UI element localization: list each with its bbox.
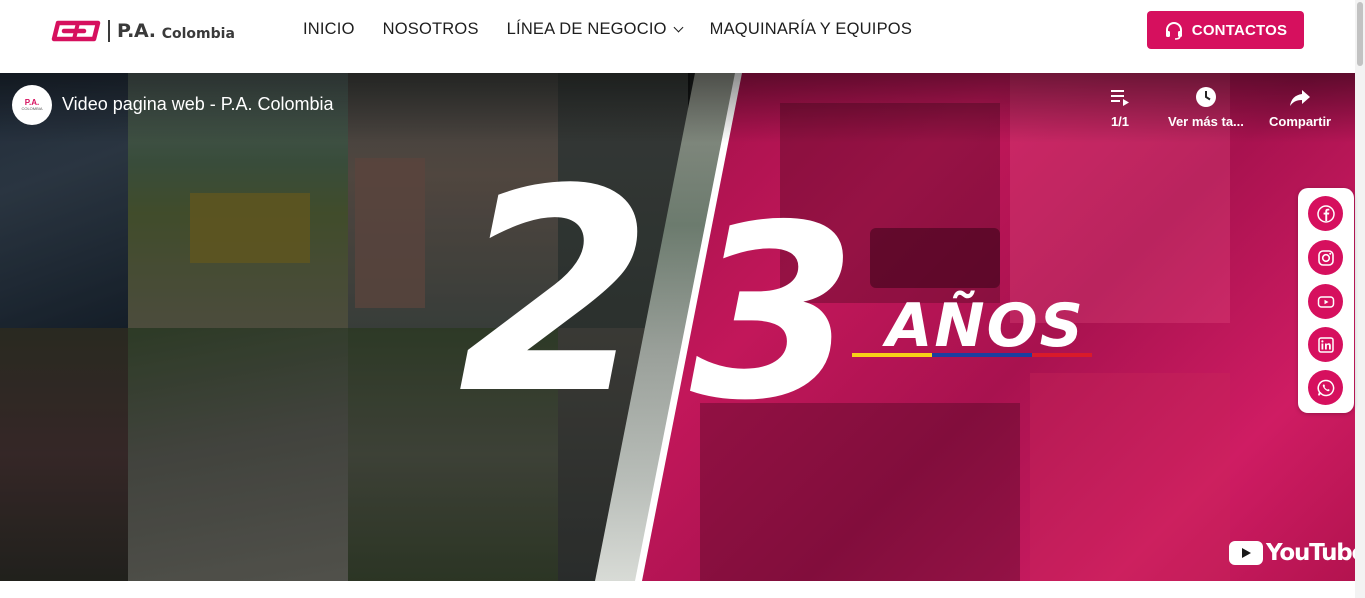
video-frame-tile	[870, 228, 1000, 288]
social-sidebar	[1298, 188, 1354, 413]
share-icon	[1290, 90, 1311, 106]
youtube-wordmark: YouTube	[1266, 540, 1355, 566]
nav-item-linea-de-negocio[interactable]: LÍNEA DE NEGOCIO	[506, 20, 684, 39]
nav-item-label: MAQUINARÍA Y EQUIPOS	[709, 20, 913, 38]
playlist-button[interactable]: 1/1	[1108, 85, 1132, 129]
contact-button-label: CONTACTOS	[1191, 21, 1288, 39]
flag-stripe-red	[1032, 353, 1092, 357]
site-logo[interactable]: P.A. Colombia	[50, 16, 235, 46]
watch-later-button[interactable]: Ver más ta...	[1168, 85, 1244, 129]
flag-stripe-blue	[932, 353, 1032, 357]
linkedin-icon	[1317, 336, 1334, 353]
instagram-button[interactable]	[1308, 240, 1343, 275]
share-label: Compartir	[1269, 114, 1332, 129]
flag-stripe-yellow	[852, 353, 932, 357]
youtube-button[interactable]	[1308, 284, 1343, 319]
whatsapp-button[interactable]	[1308, 370, 1343, 405]
site-header: P.A. Colombia INICIO NOSOTROS LÍNEA DE N…	[0, 0, 1355, 72]
linkedin-button[interactable]	[1308, 327, 1343, 362]
overlay-word: AÑOS	[886, 291, 1085, 361]
youtube-play-icon	[1229, 541, 1263, 565]
main-nav: INICIO NOSOTROS LÍNEA DE NEGOCIO MAQUINA…	[303, 20, 912, 39]
logo-name: P.A.	[117, 20, 156, 42]
nav-item-label: NOSOTROS	[382, 20, 479, 38]
instagram-icon	[1317, 249, 1334, 266]
pa-logo-mark-icon	[51, 20, 101, 42]
clock-icon	[1195, 87, 1216, 107]
headset-icon	[1165, 22, 1182, 40]
playlist-count: 1/1	[1110, 114, 1130, 129]
overlay-number-left: 2	[458, 130, 653, 456]
logo-suffix: Colombia	[161, 25, 235, 42]
scrollbar-thumb[interactable]	[1357, 2, 1363, 66]
nav-item-label: INICIO	[303, 20, 355, 38]
youtube-icon	[1317, 295, 1334, 308]
youtube-logo[interactable]: YouTube	[1229, 540, 1355, 566]
channel-avatar-logo: P.A. COLOMBIA	[21, 99, 42, 111]
nav-item-maquinaria[interactable]: MAQUINARÍA Y EQUIPOS	[710, 20, 912, 39]
nav-item-inicio[interactable]: INICIO	[303, 20, 355, 39]
youtube-video-player[interactable]: 2 3 AÑOS P.A. COLOMBIA Video pagina web …	[0, 73, 1355, 581]
channel-avatar-sub: COLOMBIA	[21, 106, 43, 111]
whatsapp-icon	[1317, 379, 1334, 396]
page-scrollbar[interactable]	[1355, 0, 1365, 598]
chevron-down-icon	[673, 22, 684, 33]
watch-later-label: Ver más ta...	[1168, 114, 1244, 129]
nav-item-nosotros[interactable]: NOSOTROS	[383, 20, 479, 39]
logo-divider	[108, 20, 110, 42]
nav-item-label: LÍNEA DE NEGOCIO	[506, 20, 667, 38]
video-title[interactable]: Video pagina web - P.A. Colombia	[62, 94, 334, 115]
facebook-icon	[1316, 204, 1335, 223]
channel-avatar[interactable]: P.A. COLOMBIA	[12, 85, 52, 125]
contact-button[interactable]: CONTACTOS	[1147, 11, 1304, 49]
facebook-button[interactable]	[1308, 196, 1343, 231]
overlay-number-right: 3	[690, 173, 857, 453]
share-button[interactable]: Compartir	[1269, 85, 1331, 129]
playlist-icon	[1111, 90, 1129, 106]
video-frame-tile	[1030, 373, 1230, 581]
